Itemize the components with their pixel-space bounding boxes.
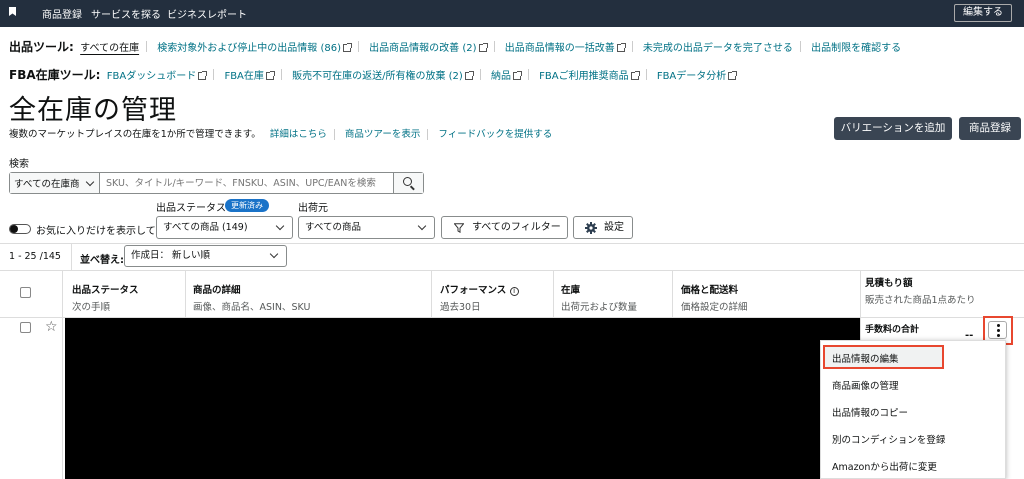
external-link-icon	[464, 71, 474, 80]
nav-item-explore-services[interactable]: サービスを探る	[91, 6, 161, 21]
link-fba-recommendations[interactable]: FBAご利用推奨商品	[539, 71, 640, 82]
link-feedback[interactable]: フィードバックを提供する	[438, 129, 552, 140]
column-divider	[185, 270, 186, 318]
bookmark-icon[interactable]	[9, 7, 16, 16]
link-fba-inventory[interactable]: FBA在庫	[224, 71, 275, 82]
search-scope-value: すべての在庫商	[14, 179, 80, 190]
nav-item-add-product[interactable]: 商品登録	[42, 6, 82, 21]
link-all-inventory[interactable]: すべての在庫	[80, 43, 139, 54]
external-link-icon	[728, 71, 738, 80]
search-label: 検索	[9, 159, 29, 170]
all-filters-button[interactable]: すべてのフィルター	[441, 216, 568, 239]
row-actions-menu: 出品情報の編集 商品画像の管理 出品情報のコピー 別のコンディションを登録 Am…	[820, 340, 1006, 479]
menu-item-edit-listing[interactable]: 出品情報の編集	[832, 351, 899, 365]
status-dropdown-value: すべての商品 (149)	[163, 222, 248, 233]
link-suppressed-listings[interactable]: 検索対象外および停止中の出品情報 (86)	[157, 43, 352, 54]
chevron-down-icon	[417, 221, 427, 231]
external-link-icon	[616, 43, 626, 52]
link-fba-analytics[interactable]: FBAデータ分析	[657, 71, 738, 82]
page-subtitle: 複数のマーケットプレイスの在庫を1か所で管理できます。	[9, 129, 261, 140]
sort-dropdown-value: 作成日： 新しい順	[131, 250, 211, 261]
link-bulk-improve[interactable]: 出品商品情報の一括改善	[505, 43, 626, 54]
divider	[0, 270, 1024, 271]
external-link-icon	[478, 43, 488, 52]
divider	[0, 243, 1024, 244]
page-title: 全在庫の管理	[9, 95, 177, 126]
status-dropdown[interactable]: すべての商品 (149)	[156, 216, 293, 239]
fba-tools-label: FBA在庫ツール:	[9, 68, 101, 82]
add-product-button[interactable]: 商品登録	[959, 117, 1021, 140]
status-badge: 更新済み	[225, 199, 269, 212]
nav-item-business-reports[interactable]: ビジネスレポート	[167, 6, 247, 21]
toggle-knob	[10, 225, 18, 233]
link-shipments[interactable]: 納品	[491, 71, 522, 82]
external-link-icon	[198, 71, 208, 80]
menu-item-copy-listing[interactable]: 出品情報のコピー	[832, 405, 908, 419]
chevron-down-icon	[269, 249, 279, 259]
search-button[interactable]	[393, 173, 423, 193]
settings-button[interactable]: 設定	[573, 216, 633, 239]
search-bar: すべての在庫商	[9, 172, 424, 194]
page-subtitle-line: 複数のマーケットプレイスの在庫を1か所で管理できます。 詳細はこちら 商品ツアー…	[9, 126, 552, 140]
kebab-dot	[997, 329, 1000, 332]
listing-tools-label: 出品ツール:	[9, 40, 74, 54]
edit-nav-button[interactable]: 編集する	[954, 4, 1012, 22]
fba-tools-bar: FBA在庫ツール: FBAダッシュボード FBA在庫 販売不可在庫の返送/所有権…	[9, 66, 738, 83]
kebab-dot	[997, 334, 1000, 337]
chevron-down-icon	[275, 221, 285, 231]
search-input[interactable]	[100, 173, 393, 193]
column-header-performance[interactable]: パフォーマンス i 過去30日	[440, 282, 519, 313]
link-check-restrictions[interactable]: 出品制限を確認する	[811, 43, 901, 54]
column-header-inventory[interactable]: 在庫 出荷元および数量	[561, 282, 637, 313]
chevron-down-icon	[85, 177, 95, 187]
column-header-details[interactable]: 商品の詳細 画像、商品名、ASIN、SKU	[193, 282, 310, 313]
favorites-label: お気に入りだけを表示して	[36, 226, 156, 237]
filter-icon	[454, 223, 464, 233]
ship-from-dropdown[interactable]: すべての商品	[298, 216, 435, 239]
menu-item-change-to-fba[interactable]: Amazonから出荷に変更	[832, 459, 937, 473]
select-all-checkbox[interactable]	[20, 287, 31, 298]
info-icon[interactable]: i	[509, 287, 519, 296]
sort-dropdown[interactable]: 作成日： 新しい順	[124, 245, 287, 267]
kebab-dot	[997, 324, 1000, 327]
column-divider	[672, 270, 673, 318]
link-complete-drafts[interactable]: 未完成の出品データを完了させる	[643, 43, 793, 54]
gear-icon	[585, 222, 597, 234]
link-learn-more[interactable]: 詳細はこちら	[270, 129, 327, 140]
external-link-icon	[630, 71, 640, 80]
link-improve-listings[interactable]: 出品商品情報の改善 (2)	[369, 43, 488, 54]
ship-from-label: 出荷元	[298, 203, 328, 214]
external-link-icon	[265, 71, 275, 80]
listing-tools-bar: 出品ツール: すべての在庫 検索対象外および停止中の出品情報 (86) 出品商品…	[9, 38, 901, 55]
star-icon[interactable]: ☆	[45, 320, 58, 334]
menu-item-manage-images[interactable]: 商品画像の管理	[832, 378, 899, 392]
external-link-icon	[512, 71, 522, 80]
more-actions-button[interactable]	[988, 321, 1007, 339]
link-unfulfillable-removal[interactable]: 販売不可在庫の返送/所有権の放棄 (2)	[292, 71, 474, 82]
row-checkbox[interactable]	[20, 322, 31, 333]
search-scope-select[interactable]: すべての在庫商	[10, 173, 100, 193]
status-filter-label: 出品ステータス	[156, 203, 226, 214]
column-divider	[553, 270, 554, 318]
menu-item-add-condition[interactable]: 別のコンディションを登録	[832, 432, 945, 446]
column-header-estimate[interactable]: 見積もり額 販売された商品1点あたり	[865, 275, 976, 306]
link-fba-dashboard[interactable]: FBAダッシュボード	[107, 71, 208, 82]
top-nav: 商品登録 サービスを探る ビジネスレポート 編集する	[0, 0, 1024, 27]
search-icon	[403, 177, 412, 186]
external-link-icon	[342, 43, 352, 52]
column-divider	[62, 270, 63, 479]
all-filters-label: すべてのフィルター	[472, 222, 561, 233]
divider	[71, 243, 72, 270]
redacted-row-content	[65, 318, 860, 479]
favorites-toggle[interactable]	[9, 224, 31, 234]
column-divider	[431, 270, 432, 318]
link-product-tour[interactable]: 商品ツアーを表示	[345, 129, 420, 140]
sort-label: 並べ替え:	[80, 255, 124, 266]
column-header-status[interactable]: 出品ステータス 次の手順	[72, 282, 139, 313]
settings-label: 設定	[604, 222, 624, 233]
column-header-price[interactable]: 価格と配送料 価格設定の詳細	[681, 282, 748, 313]
add-variation-button[interactable]: バリエーションを追加	[834, 117, 952, 140]
ship-from-dropdown-value: すべての商品	[305, 222, 361, 233]
result-count: 1 - 25 /145	[9, 251, 61, 262]
